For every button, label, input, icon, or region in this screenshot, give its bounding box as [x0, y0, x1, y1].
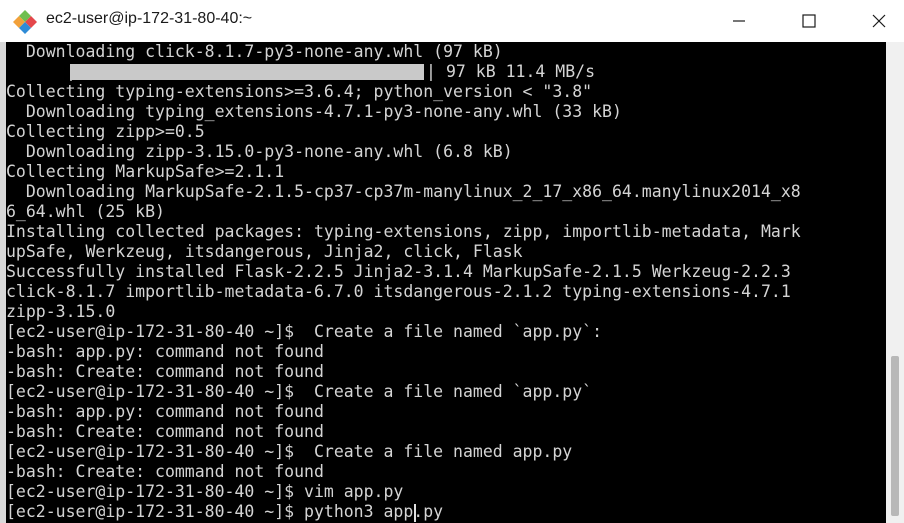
terminal-line: click-8.1.7 importlib-metadata-6.7.0 its…	[6, 282, 791, 301]
terminal-line: [ec2-user@ip-172-31-80-40 ~]$ vim app.py	[6, 482, 404, 501]
terminal-window: ec2-user@ip-172-31-80-40:~ Downloading c…	[0, 0, 904, 523]
terminal-line: Collecting typing-extensions>=3.6.4; pyt…	[6, 82, 593, 101]
terminal-line: Downloading zipp-3.15.0-py3-none-any.whl…	[6, 142, 513, 161]
maximize-button[interactable]	[786, 0, 832, 42]
terminal-line: [ec2-user@ip-172-31-80-40 ~]$ Create a f…	[6, 442, 573, 461]
close-icon	[872, 14, 886, 28]
terminal-line: Collecting MarkupSafe>=2.1.1	[6, 162, 285, 181]
scrollbar-thumb[interactable]	[891, 356, 899, 516]
terminal-line: 6_64.whl (25 kB)	[6, 202, 165, 221]
vertical-scrollbar[interactable]	[886, 42, 904, 523]
terminal-line: upSafe, Werkzeug, itsdangerous, Jinja2, …	[6, 242, 523, 261]
terminal-line: Downloading click-8.1.7-py3-none-any.whl…	[6, 42, 503, 61]
terminal-line: zipp-3.15.0	[6, 302, 116, 321]
terminal-line: -bash: Create: command not found	[6, 422, 324, 441]
window-title: ec2-user@ip-172-31-80-40:~	[46, 10, 253, 27]
progress-right-edge: |	[426, 62, 436, 81]
close-button[interactable]	[856, 0, 902, 42]
terminal-line: Collecting zipp>=0.5	[6, 122, 205, 141]
title-bar[interactable]: ec2-user@ip-172-31-80-40:~	[0, 0, 904, 42]
text-cursor	[414, 504, 416, 522]
terminal-line: Successfully installed Flask-2.2.5 Jinja…	[6, 262, 791, 281]
putty-icon	[13, 10, 37, 34]
download-progress-bar	[70, 64, 424, 80]
terminal-output[interactable]: Downloading click-8.1.7-py3-none-any.whl…	[6, 42, 886, 523]
terminal-line: -bash: Create: command not found	[6, 362, 324, 381]
terminal-line: -bash: app.py: command not found	[6, 402, 324, 421]
terminal-line: [ec2-user@ip-172-31-80-40 ~]$ Create a f…	[6, 322, 603, 341]
terminal-line: -bash: Create: command not found	[6, 462, 324, 481]
terminal-line: -bash: app.py: command not found	[6, 342, 324, 361]
minimize-icon	[733, 20, 745, 22]
terminal-line: Downloading typing_extensions-4.7.1-py3-…	[6, 102, 622, 121]
terminal-line: [ec2-user@ip-172-31-80-40 ~]$ python3 ap…	[6, 502, 444, 521]
terminal-line: Downloading MarkupSafe-2.1.5-cp37-cp37m-…	[6, 182, 801, 201]
maximize-icon	[802, 14, 816, 28]
minimize-button[interactable]	[716, 0, 762, 42]
terminal-line: [ec2-user@ip-172-31-80-40 ~]$ Create a f…	[6, 382, 593, 401]
terminal-line: Installing collected packages: typing-ex…	[6, 222, 801, 241]
progress-text: 97 kB 11.4 MB/s	[446, 62, 596, 81]
